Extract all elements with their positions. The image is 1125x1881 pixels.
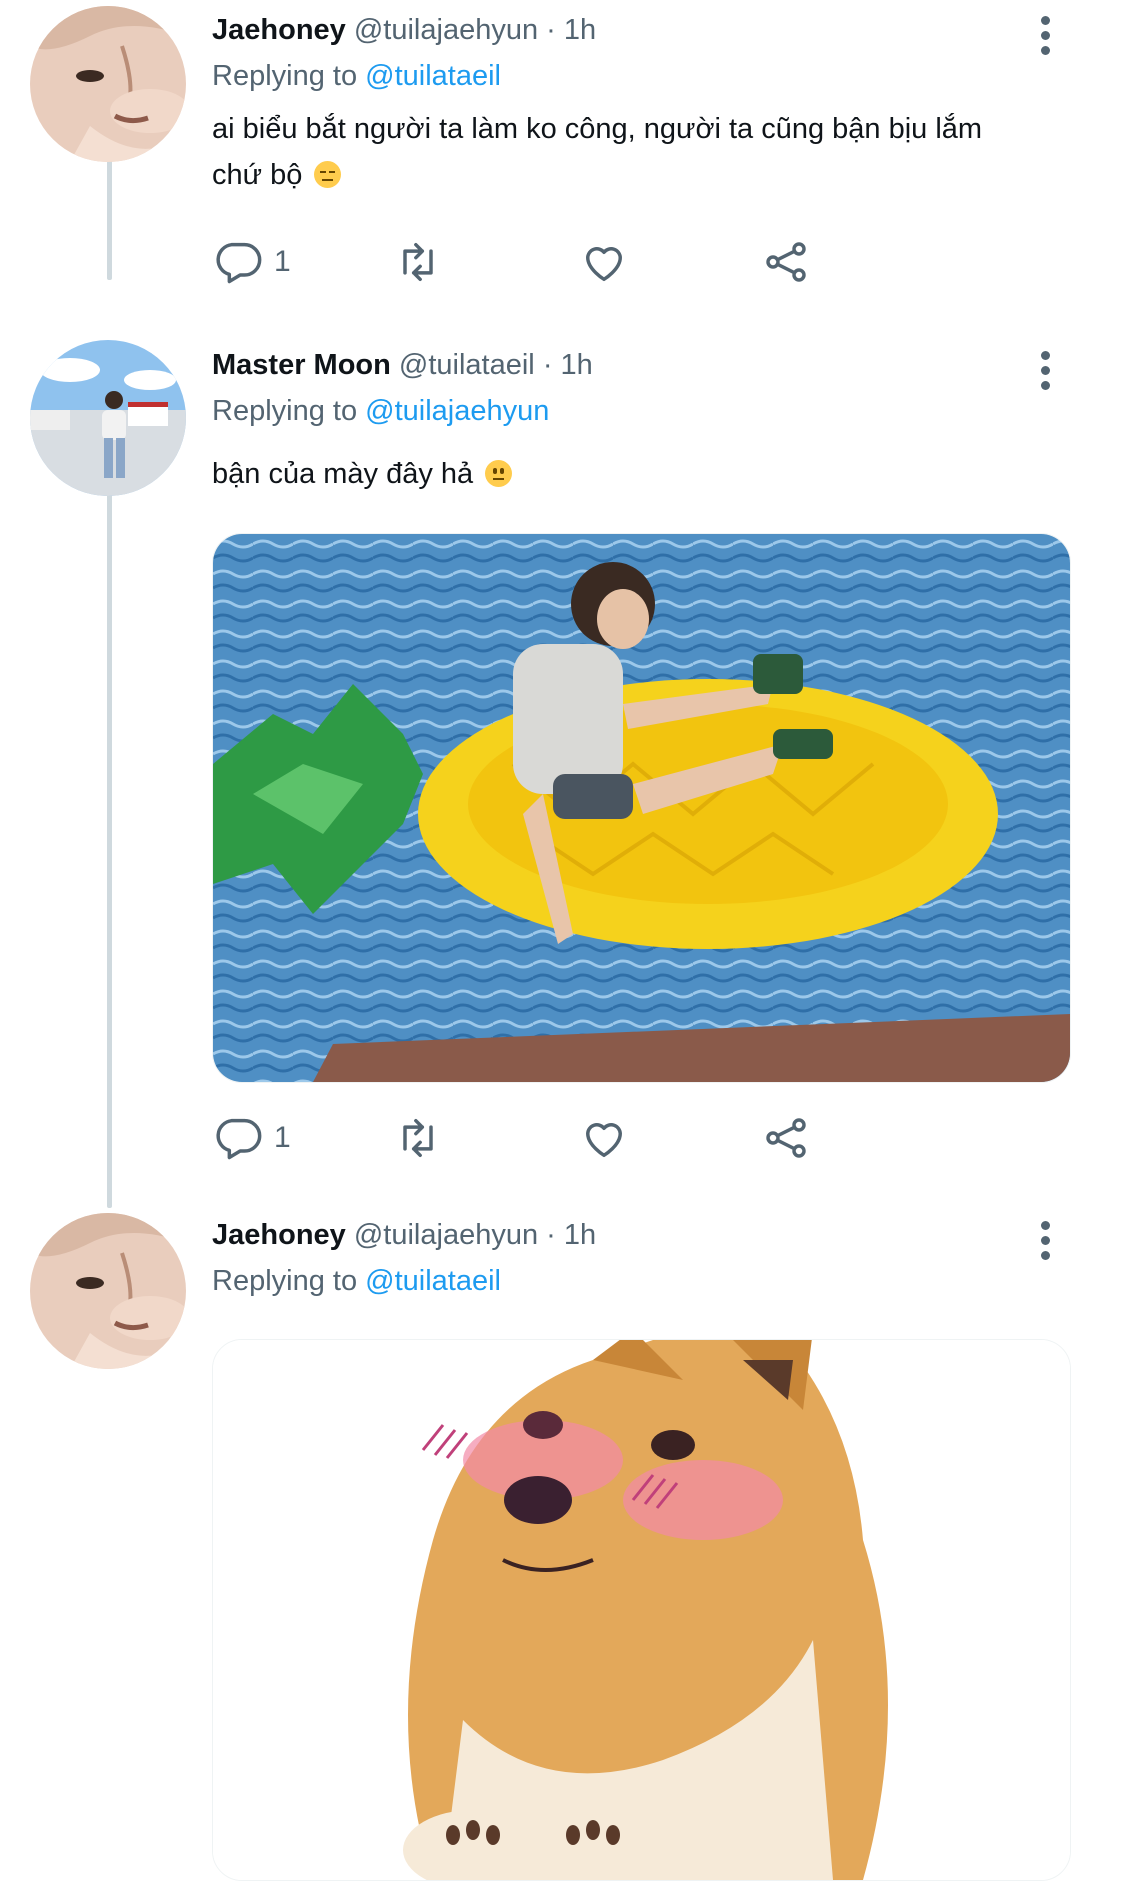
separator: · — [542, 349, 553, 381]
tweet-text-line: bận của mày đây hả — [212, 458, 474, 490]
avatar-image — [30, 1213, 186, 1369]
tweet-header: Master Moon @tuilataeil · 1h — [212, 345, 593, 385]
tweet-text: bận của mày đây hả — [212, 451, 1072, 497]
tweet[interactable]: Jaehoney @tuilajaehyun · 1h Replying to … — [0, 1205, 1125, 1881]
reply-button[interactable]: 1 — [212, 1108, 291, 1168]
tweet[interactable]: Master Moon @tuilataeil · 1h Replying to… — [0, 335, 1125, 1175]
tweet-text: ai biểu bắt người ta làm ko công, người … — [212, 106, 1072, 198]
display-name[interactable]: Master Moon — [212, 349, 391, 381]
tweet-actions: 1 — [212, 232, 1012, 292]
tweet-actions: 1 — [212, 1108, 1012, 1168]
neutral-face-emoji — [485, 460, 513, 487]
retweet-button[interactable] — [392, 1108, 454, 1168]
unamused-face-emoji — [314, 161, 342, 188]
heart-icon — [586, 1123, 622, 1158]
reply-button[interactable]: 1 — [212, 232, 291, 292]
share-button[interactable] — [760, 232, 812, 292]
more-options-icon[interactable] — [1030, 1215, 1060, 1265]
reply-icon — [216, 242, 262, 284]
replying-to: Replying to @tuilataeil — [212, 1261, 501, 1301]
more-options-icon[interactable] — [1030, 10, 1060, 60]
replying-to: Replying to @tuilajaehyun — [212, 391, 549, 431]
share-button[interactable] — [760, 1108, 812, 1168]
like-button[interactable] — [578, 232, 640, 292]
tweet-text-line: chứ bộ — [212, 159, 303, 191]
retweet-button[interactable] — [392, 232, 454, 292]
tweet-text-line: ai biểu bắt người ta làm ko công, người … — [212, 113, 983, 145]
share-icon — [766, 1118, 806, 1158]
tweet-media[interactable] — [212, 533, 1071, 1083]
separator: · — [546, 1219, 556, 1251]
separator: · — [546, 14, 556, 46]
reply-icon — [216, 1118, 262, 1160]
avatar[interactable] — [30, 6, 186, 162]
tweet-header: Jaehoney @tuilajaehyun · 1h — [212, 10, 596, 50]
avatar-image — [30, 6, 186, 162]
media-image — [213, 1340, 1070, 1880]
timestamp[interactable]: 1h — [564, 1219, 596, 1251]
more-options-icon[interactable] — [1030, 345, 1060, 395]
like-button[interactable] — [578, 1108, 640, 1168]
mention-link[interactable]: @tuilataeil — [365, 60, 501, 92]
heart-icon — [586, 247, 622, 282]
media-image — [213, 534, 1070, 1082]
user-handle[interactable]: @tuilataeil — [399, 349, 535, 381]
timestamp[interactable]: 1h — [561, 349, 593, 381]
avatar[interactable] — [30, 340, 186, 496]
user-handle[interactable]: @tuilajaehyun — [354, 14, 538, 46]
tweet[interactable]: Jaehoney @tuilajaehyun · 1h Replying to … — [0, 0, 1125, 290]
reply-count: 1 — [274, 245, 291, 278]
display-name[interactable]: Jaehoney — [212, 14, 346, 46]
tweet-header: Jaehoney @tuilajaehyun · 1h — [212, 1215, 596, 1255]
replying-prefix: Replying to — [212, 1265, 358, 1297]
retweet-icon — [403, 242, 433, 282]
replying-prefix: Replying to — [212, 60, 358, 92]
share-icon — [766, 242, 806, 282]
user-handle[interactable]: @tuilajaehyun — [354, 1219, 538, 1251]
mention-link[interactable]: @tuilataeil — [365, 1265, 501, 1297]
mention-link[interactable]: @tuilajaehyun — [365, 395, 549, 427]
replying-prefix: Replying to — [212, 395, 358, 427]
timestamp[interactable]: 1h — [564, 14, 596, 46]
reply-count: 1 — [274, 1121, 291, 1154]
avatar-image — [30, 340, 186, 496]
display-name[interactable]: Jaehoney — [212, 1219, 346, 1251]
avatar[interactable] — [30, 1213, 186, 1369]
retweet-icon — [403, 1118, 433, 1158]
replying-to: Replying to @tuilataeil — [212, 56, 501, 96]
tweet-media[interactable] — [212, 1339, 1071, 1881]
